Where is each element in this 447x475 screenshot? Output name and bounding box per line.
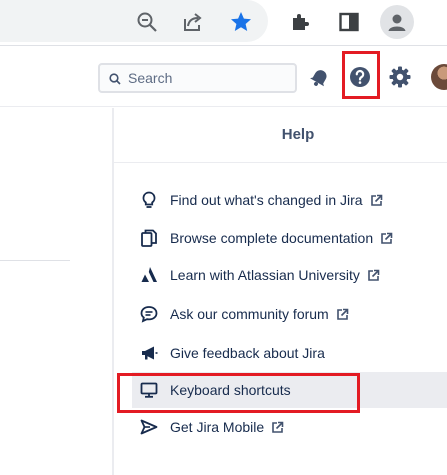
search-icon xyxy=(109,72,121,90)
side-panel-icon[interactable] xyxy=(335,8,363,36)
user-avatar[interactable] xyxy=(431,64,447,90)
help-item-documentation[interactable]: Browse complete documentation xyxy=(132,220,447,256)
lightbulb-icon xyxy=(138,189,160,211)
search-box[interactable] xyxy=(98,63,297,93)
notifications-bell-icon[interactable] xyxy=(306,63,334,91)
share-icon[interactable] xyxy=(179,8,207,36)
chat-icon xyxy=(138,303,160,325)
help-item-community-forum[interactable]: Ask our community forum xyxy=(132,296,447,332)
content-divider xyxy=(0,260,70,261)
zoom-out-icon[interactable] xyxy=(133,8,161,36)
help-item-label: Ask our community forum xyxy=(170,306,329,322)
help-button-highlight xyxy=(342,51,380,99)
help-item-jira-mobile[interactable]: Get Jira Mobile xyxy=(132,409,447,445)
help-item-label: Learn with Atlassian University xyxy=(170,267,360,283)
help-item-atlassian-university[interactable]: Learn with Atlassian University xyxy=(132,257,447,293)
atlassian-icon xyxy=(138,264,160,286)
external-link-icon xyxy=(336,308,349,321)
help-item-give-feedback[interactable]: Give feedback about Jira xyxy=(132,335,447,371)
help-item-label: Get Jira Mobile xyxy=(170,419,265,435)
external-link-icon xyxy=(271,421,284,434)
settings-gear-icon[interactable] xyxy=(386,63,414,91)
help-panel-title: Help xyxy=(281,126,315,143)
external-link-icon xyxy=(370,194,383,207)
help-item-label: Browse complete documentation xyxy=(170,230,374,246)
external-link-icon xyxy=(367,269,380,282)
help-item-label: Give feedback about Jira xyxy=(170,345,325,361)
external-link-icon xyxy=(380,232,393,245)
megaphone-icon xyxy=(138,342,160,364)
profile-icon[interactable] xyxy=(380,5,414,39)
keyboard-shortcuts-highlight xyxy=(117,373,360,413)
search-input[interactable] xyxy=(128,68,288,88)
documents-icon xyxy=(138,227,160,249)
help-item-whats-changed[interactable]: Find out what's changed in Jira xyxy=(132,182,447,218)
send-icon xyxy=(138,416,160,438)
help-panel: Help Find out what's changed in Jira Bro… xyxy=(112,108,447,475)
jira-top-navigation xyxy=(0,47,447,107)
help-item-label: Find out what's changed in Jira xyxy=(170,192,363,208)
bookmark-star-icon[interactable] xyxy=(227,8,255,36)
panel-divider xyxy=(114,162,447,163)
browser-toolbar xyxy=(0,0,447,46)
extensions-icon[interactable] xyxy=(286,8,314,36)
